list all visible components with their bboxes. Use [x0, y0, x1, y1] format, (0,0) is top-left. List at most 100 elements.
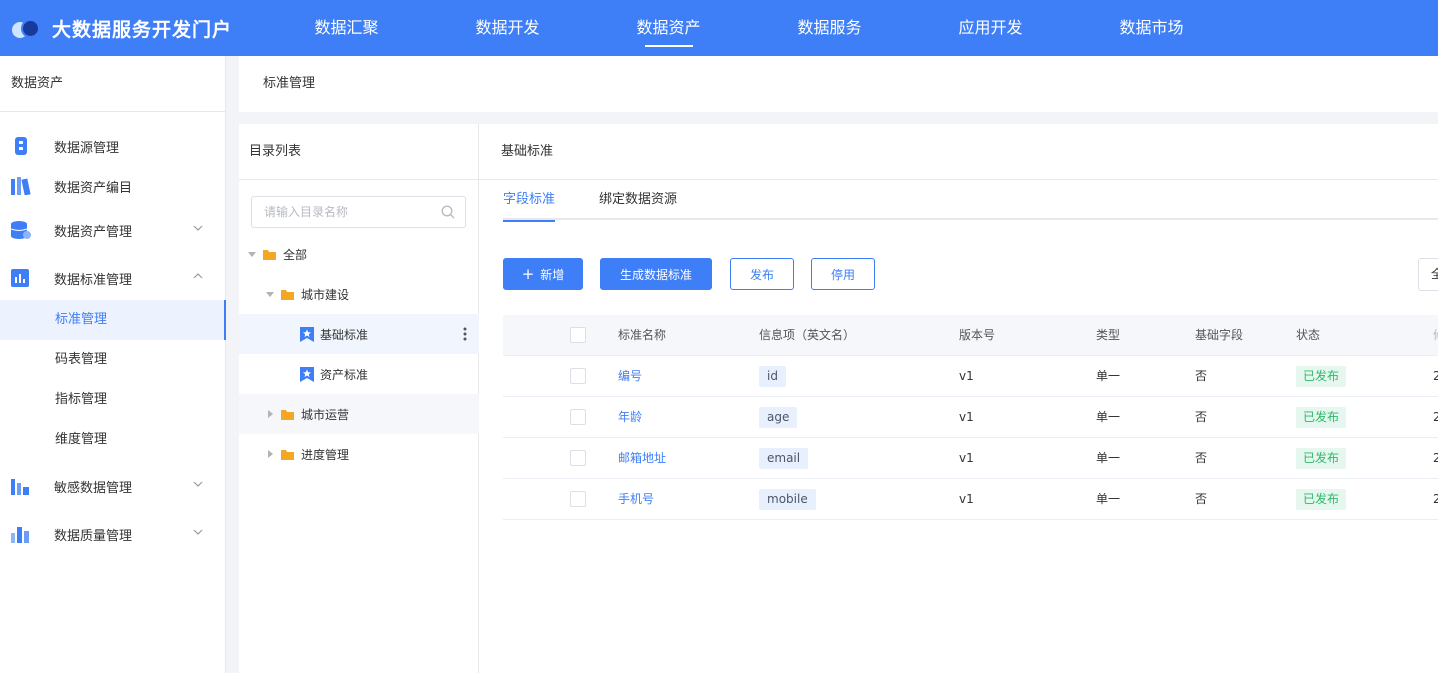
sidebar-subitem-indicator[interactable]: 指标管理 [0, 380, 226, 420]
directory-panel: 目录列表 全部 城市建设 基础标准 资产标准 城市运营 进度管理 [239, 124, 479, 673]
tree-node-progress-management[interactable]: 进度管理 [239, 434, 479, 474]
directory-search [251, 196, 466, 228]
tree-node-label: 城市建设 [301, 287, 350, 302]
directory-search-input[interactable] [252, 197, 432, 227]
sidebar-item-label: 数据资产编目 [54, 180, 133, 196]
tree-node-all[interactable]: 全部 [239, 234, 479, 274]
datasource-icon [15, 137, 27, 155]
sidebar-item-asset-management[interactable]: 数据资产管理 [0, 210, 226, 250]
generate-standard-button[interactable]: 生成数据标准 [600, 258, 712, 290]
standard-name-link[interactable]: 邮箱地址 [618, 438, 666, 478]
table-row[interactable]: 手机号 mobile v1 单一 否 已发布 2 [503, 479, 1438, 520]
version-cell: v1 [959, 492, 974, 506]
sidebar: 数据资产 数据源管理 数据资产编目 数据资产管理 数据标准管理 标准管理 码表管… [0, 56, 226, 673]
disable-button[interactable]: 停用 [811, 258, 875, 290]
standard-name-link[interactable]: 手机号 [618, 479, 654, 519]
sidebar-item-sensitive-data[interactable]: 敏感数据管理 [0, 466, 226, 506]
filter-select[interactable]: 全 [1418, 258, 1438, 291]
brand-title: 大数据服务开发门户 [52, 18, 233, 41]
select-all-checkbox[interactable] [570, 327, 586, 343]
sensitive-data-icon [11, 479, 29, 495]
nav-item-data-market[interactable]: 数据市场 [1071, 0, 1232, 56]
english-name-tag: mobile [759, 489, 816, 510]
version-cell: v1 [959, 410, 974, 424]
brand[interactable]: 大数据服务开发门户 [10, 0, 232, 56]
standard-chart-icon [11, 269, 29, 287]
modified-cell: 2 [1433, 492, 1438, 506]
status-badge: 已发布 [1296, 407, 1347, 428]
caret-down-icon[interactable] [266, 290, 274, 298]
tree-node-asset-standard[interactable]: 资产标准 [239, 354, 479, 394]
modified-cell: 2 [1433, 410, 1438, 424]
search-icon[interactable] [441, 205, 455, 219]
tab-field-standard[interactable]: 字段标准 [503, 180, 556, 222]
sidebar-item-data-quality[interactable]: 数据质量管理 [0, 514, 226, 554]
column-header-name: 标准名称 [618, 328, 667, 342]
tree-node-label: 资产标准 [320, 367, 369, 382]
sidebar-subitem-code-table[interactable]: 码表管理 [0, 340, 226, 380]
catalog-books-icon [11, 177, 31, 195]
nav-item-app-development[interactable]: 应用开发 [910, 0, 1071, 56]
sidebar-item-datasource[interactable]: 数据源管理 [0, 126, 226, 166]
plus-icon: + [521, 264, 535, 283]
sidebar-item-label: 敏感数据管理 [54, 480, 133, 496]
table-header: 标准名称 信息项（英文名） 版本号 类型 基础字段 状态 修 [503, 315, 1438, 356]
caret-right-icon[interactable] [266, 450, 274, 458]
column-header-modified: 修 [1433, 315, 1438, 355]
row-checkbox[interactable] [570, 450, 586, 466]
directory-title: 目录列表 [239, 124, 478, 180]
folder-icon [281, 449, 294, 460]
basic-field-cell: 否 [1195, 492, 1208, 506]
tab-bind-data-resource[interactable]: 绑定数据资源 [599, 180, 677, 220]
chevron-down-icon [193, 225, 203, 231]
standard-name-link[interactable]: 编号 [618, 356, 642, 396]
table-row[interactable]: 年龄 age v1 单一 否 已发布 2 [503, 397, 1438, 438]
sidebar-item-label: 数据标准管理 [54, 272, 133, 288]
nav-item-data-assets[interactable]: 数据资产 [588, 0, 749, 56]
main-title: 基础标准 [479, 124, 1438, 180]
add-button[interactable]: + 新增 [503, 258, 583, 290]
column-header-type: 类型 [1096, 328, 1121, 342]
tree-node-label: 基础标准 [320, 327, 369, 342]
sidebar-item-label: 数据源管理 [54, 140, 120, 156]
top-nav: 数据汇聚 数据开发 数据资产 数据服务 应用开发 数据市场 [266, 0, 1232, 56]
tree-node-city-construction[interactable]: 城市建设 [239, 274, 479, 314]
row-checkbox[interactable] [570, 368, 586, 384]
sidebar-subitem-dimension[interactable]: 维度管理 [0, 420, 226, 460]
more-vertical-icon[interactable] [463, 327, 467, 341]
basic-field-cell: 否 [1195, 369, 1208, 383]
row-checkbox[interactable] [570, 491, 586, 507]
nav-item-data-development[interactable]: 数据开发 [427, 0, 588, 56]
standard-name-link[interactable]: 年龄 [618, 397, 642, 437]
caret-right-icon[interactable] [266, 410, 274, 418]
sidebar-item-standard-management[interactable]: 数据标准管理 [0, 258, 226, 298]
status-badge: 已发布 [1296, 366, 1347, 387]
column-header-basic-field: 基础字段 [1195, 328, 1244, 342]
tree-node-label: 全部 [283, 247, 308, 262]
folder-icon [263, 249, 276, 260]
sidebar-item-label: 数据资产管理 [54, 224, 133, 240]
modified-cell: 2 [1433, 369, 1438, 383]
type-cell: 单一 [1096, 369, 1121, 383]
caret-down-icon[interactable] [248, 250, 256, 258]
nav-item-data-aggregation[interactable]: 数据汇聚 [266, 0, 427, 56]
table-row[interactable]: 编号 id v1 单一 否 已发布 2 [503, 356, 1438, 397]
version-cell: v1 [959, 451, 974, 465]
type-cell: 单一 [1096, 451, 1121, 465]
english-name-tag: email [759, 448, 809, 469]
row-checkbox[interactable] [570, 409, 586, 425]
type-cell: 单一 [1096, 410, 1121, 424]
tree-node-basic-standard[interactable]: 基础标准 [239, 314, 479, 354]
tree-node-city-operations[interactable]: 城市运营 [239, 394, 479, 434]
table-row[interactable]: 邮箱地址 email v1 单一 否 已发布 2 [503, 438, 1438, 479]
nav-item-data-services[interactable]: 数据服务 [749, 0, 910, 56]
sidebar-title: 数据资产 [0, 56, 225, 112]
publish-button[interactable]: 发布 [730, 258, 794, 290]
column-header-english-name: 信息项（英文名） [759, 328, 856, 342]
basic-field-cell: 否 [1195, 410, 1208, 424]
column-header-status: 状态 [1296, 328, 1321, 342]
sidebar-item-asset-catalog[interactable]: 数据资产编目 [0, 166, 226, 206]
sidebar-item-label: 数据质量管理 [54, 528, 133, 544]
sidebar-subitem-standard[interactable]: 标准管理 [0, 300, 226, 340]
status-badge: 已发布 [1296, 489, 1347, 510]
